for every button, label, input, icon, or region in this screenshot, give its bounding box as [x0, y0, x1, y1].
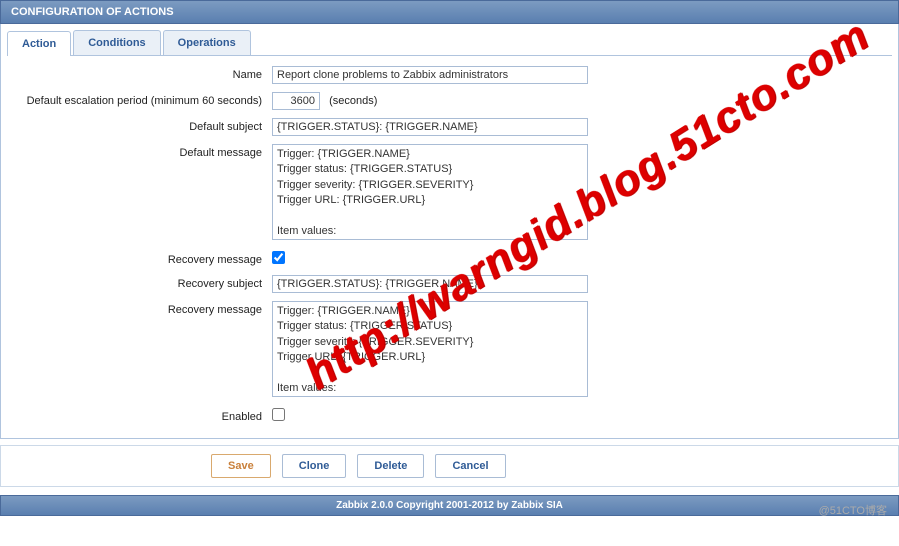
- recovery-checkbox[interactable]: [272, 251, 285, 264]
- escalation-label: Default escalation period (minimum 60 se…: [7, 92, 272, 107]
- default-subject-input[interactable]: [272, 118, 588, 136]
- recovery-subject-input[interactable]: [272, 275, 588, 293]
- tab-action[interactable]: Action: [7, 31, 71, 56]
- default-subject-label: Default subject: [7, 118, 272, 133]
- default-message-textarea[interactable]: [272, 144, 588, 240]
- cancel-button[interactable]: Cancel: [435, 454, 505, 478]
- escalation-unit: (seconds): [329, 95, 377, 107]
- panel-title: CONFIGURATION OF ACTIONS: [0, 0, 899, 24]
- tab-operations[interactable]: Operations: [163, 30, 251, 55]
- button-bar: Save Clone Delete Cancel: [0, 445, 899, 487]
- panel-body: Action Conditions Operations Name Defaul…: [0, 24, 899, 439]
- enabled-label: Enabled: [7, 408, 272, 423]
- clone-button[interactable]: Clone: [282, 454, 347, 478]
- escalation-input[interactable]: [272, 92, 320, 110]
- tab-conditions[interactable]: Conditions: [73, 30, 160, 55]
- name-input[interactable]: [272, 66, 588, 84]
- footer: Zabbix 2.0.0 Copyright 2001-2012 by Zabb…: [0, 495, 899, 516]
- recovery-message-textarea[interactable]: [272, 301, 588, 397]
- recovery-checkbox-label: Recovery message: [7, 251, 272, 266]
- save-button[interactable]: Save: [211, 454, 271, 478]
- delete-button[interactable]: Delete: [357, 454, 424, 478]
- default-message-label: Default message: [7, 144, 272, 159]
- recovery-subject-label: Recovery subject: [7, 275, 272, 290]
- enabled-checkbox[interactable]: [272, 408, 285, 421]
- tabs: Action Conditions Operations: [7, 30, 892, 56]
- recovery-message-label: Recovery message: [7, 301, 272, 316]
- name-label: Name: [7, 66, 272, 81]
